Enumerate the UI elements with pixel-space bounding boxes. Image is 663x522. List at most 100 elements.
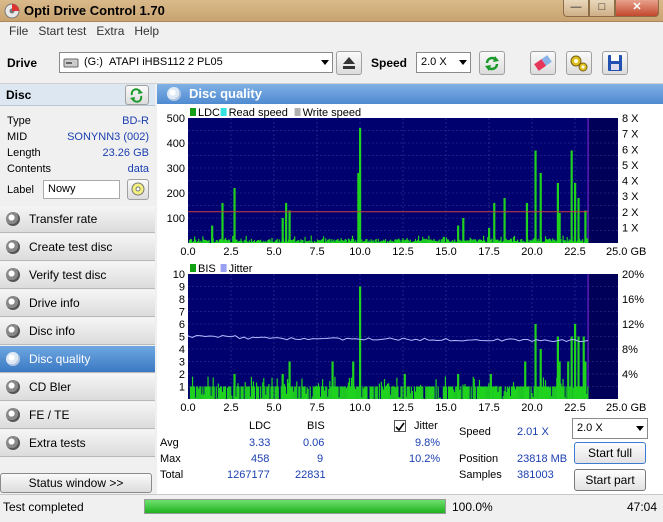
- data-bar: [587, 239, 589, 243]
- data-bar: [206, 386, 208, 399]
- menu-file[interactable]: File: [4, 22, 33, 40]
- data-bar: [562, 378, 564, 399]
- spike-bar: [539, 349, 542, 399]
- data-bar: [211, 386, 213, 399]
- data-bar: [266, 242, 268, 243]
- disc-mid-key: MID: [7, 131, 28, 143]
- data-bar: [421, 240, 423, 243]
- data-bar: [251, 386, 254, 399]
- data-bar: [438, 239, 440, 243]
- nav-item-drive-info[interactable]: Drive info: [0, 290, 155, 317]
- disc-refresh-button[interactable]: [125, 85, 149, 105]
- spike-bar: [352, 361, 355, 399]
- nav-item-disc-info[interactable]: Disc info: [0, 318, 155, 345]
- data-bar: [454, 392, 456, 399]
- stats-speed-value: 2.01 X: [517, 426, 549, 438]
- data-bar: [319, 396, 322, 399]
- data-bar: [501, 242, 503, 243]
- data-bar: [315, 385, 317, 399]
- data-bar: [256, 386, 259, 399]
- data-bar: [394, 239, 396, 243]
- eject-button[interactable]: [336, 51, 362, 75]
- data-bar: [503, 391, 505, 399]
- data-bar: [478, 239, 481, 243]
- data-bar: [369, 241, 371, 243]
- data-bar: [551, 396, 553, 399]
- data-bar: [406, 238, 408, 243]
- disc-label-button[interactable]: [127, 179, 149, 200]
- data-bar: [276, 238, 278, 243]
- spike-bar: [285, 203, 288, 243]
- data-bar: [299, 242, 301, 243]
- data-bar: [517, 239, 519, 243]
- panel-title: Disc quality: [189, 86, 262, 101]
- data-bar: [498, 386, 500, 399]
- status-window-button[interactable]: Status window >>: [0, 473, 152, 493]
- left-panel: Disc Type BD-R MID SONYNN3 (002) Length 23.…: [0, 84, 155, 494]
- speed-select[interactable]: 2.0 X: [416, 52, 471, 73]
- data-bar: [304, 386, 306, 399]
- data-bar: [506, 386, 508, 399]
- menu-help[interactable]: Help: [129, 22, 164, 40]
- menu-start-test[interactable]: Start test: [33, 22, 91, 40]
- toolbar: Drive (G:) ATAPI iHBS112 2 PL05 Speed 2.…: [0, 41, 663, 84]
- data-bar: [313, 240, 315, 243]
- refresh-button[interactable]: [479, 51, 505, 75]
- data-bar: [581, 386, 583, 399]
- save-button[interactable]: [602, 51, 628, 75]
- data-bar: [402, 238, 404, 243]
- data-bar: [285, 393, 288, 399]
- data-bar: [381, 386, 384, 399]
- x-tick-label: 15.0: [435, 246, 456, 256]
- x-tick-label: 2.5: [223, 402, 238, 414]
- disc-header-title: Disc: [6, 88, 32, 102]
- data-bar: [191, 376, 194, 399]
- data-bar: [379, 241, 381, 243]
- settings-button[interactable]: [566, 51, 592, 75]
- data-bar: [217, 241, 219, 243]
- data-bar: [387, 383, 389, 399]
- nav-item-verify-test-disc[interactable]: Verify test disc: [0, 262, 155, 289]
- data-bar: [239, 240, 241, 243]
- data-bar: [504, 386, 506, 399]
- nav-item-cd-bler[interactable]: CD Bler: [0, 374, 155, 401]
- close-button[interactable]: ✕: [615, 0, 659, 17]
- data-bar: [203, 394, 205, 399]
- data-bar: [195, 239, 197, 243]
- y-tick-label: 500: [167, 113, 185, 125]
- legend-swatch: [190, 108, 196, 116]
- data-bar: [224, 386, 227, 399]
- minimize-button[interactable]: —: [563, 0, 589, 17]
- data-bar: [316, 239, 319, 243]
- y-tick-label: 2: [179, 369, 185, 381]
- start-part-button[interactable]: Start part: [574, 469, 646, 491]
- data-bar: [421, 386, 423, 399]
- data-bar: [316, 386, 319, 399]
- data-bar: [547, 386, 550, 399]
- data-bar: [318, 240, 321, 243]
- data-bar: [473, 378, 475, 399]
- menu-extra[interactable]: Extra: [91, 22, 129, 40]
- drive-select[interactable]: (G:) ATAPI iHBS112 2 PL05: [59, 52, 333, 73]
- legend-swatch: [294, 108, 301, 116]
- erase-button[interactable]: [530, 51, 556, 75]
- nav-item-transfer-rate[interactable]: Transfer rate: [0, 206, 155, 233]
- nav-item-extra-tests[interactable]: Extra tests: [0, 430, 155, 457]
- data-bar: [252, 241, 255, 243]
- disc-label-field[interactable]: Nowy: [43, 180, 120, 199]
- nav-item-create-test-disc[interactable]: Create test disc: [0, 234, 155, 261]
- start-full-button[interactable]: Start full: [574, 442, 646, 464]
- jitter-checkbox[interactable]: [394, 420, 406, 432]
- nav-item-fe-te[interactable]: FE / TE: [0, 402, 155, 429]
- spike-bar: [577, 336, 580, 399]
- x-tick-label: 0.0: [180, 402, 195, 414]
- data-bar: [583, 242, 585, 243]
- spike-bar: [570, 150, 573, 243]
- data-bar: [440, 239, 442, 243]
- data-bar: [362, 241, 364, 243]
- test-speed-select[interactable]: 2.0 X: [572, 418, 648, 439]
- nav-item-disc-quality[interactable]: Disc quality: [0, 346, 155, 373]
- data-bar: [439, 241, 441, 243]
- maximize-button[interactable]: □: [589, 0, 615, 17]
- data-bar: [519, 386, 521, 399]
